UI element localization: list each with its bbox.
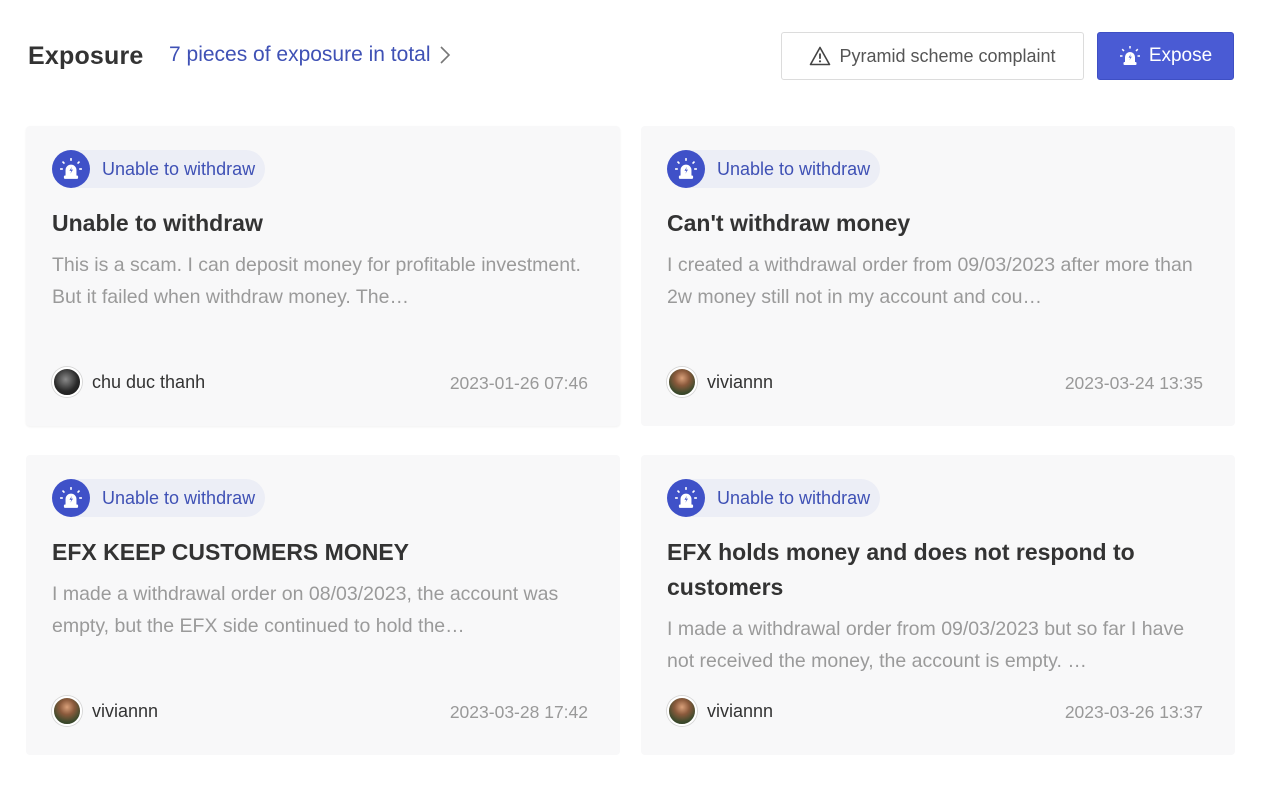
exposure-card[interactable]: Unable to withdraw Can't withdraw money … xyxy=(641,126,1235,426)
author-name: viviannn xyxy=(707,700,774,721)
alarm-badge xyxy=(52,150,90,188)
card-title: Unable to withdraw xyxy=(52,210,263,236)
alarm-badge xyxy=(667,479,705,517)
total-exposure-link[interactable]: 7 pieces of exposure in total xyxy=(169,43,451,67)
category-tag-label: Unable to withdraw xyxy=(102,158,256,179)
avatar xyxy=(667,696,697,726)
total-exposure-label: 7 pieces of exposure in total xyxy=(169,43,431,66)
category-tag-label: Unable to withdraw xyxy=(717,158,871,179)
category-tag-label: Unable to withdraw xyxy=(717,487,871,508)
card-date: 2023-03-26 13:37 xyxy=(1064,702,1203,722)
card-description: I made a withdrawal order from 09/03/202… xyxy=(667,618,1185,672)
card-author[interactable]: viviannn xyxy=(667,367,773,397)
card-title: Can't withdraw money xyxy=(667,210,911,236)
exposure-card[interactable]: Unable to withdraw EFX KEEP CUSTOMERS MO… xyxy=(26,455,620,755)
complaint-label: Pyramid scheme complaint xyxy=(839,45,1056,66)
card-author[interactable]: viviannn xyxy=(667,696,773,726)
avatar xyxy=(667,367,697,397)
category-tag-label: Unable to withdraw xyxy=(102,487,256,508)
alarm-light-icon xyxy=(60,158,82,179)
exposure-card[interactable]: Unable to withdraw Unable to withdraw Th… xyxy=(26,126,620,426)
alarm-light-icon xyxy=(1119,46,1140,65)
category-tag: Unable to withdraw xyxy=(52,150,266,188)
alarm-light-icon xyxy=(675,487,697,508)
card-description: I created a withdrawal order from 09/03/… xyxy=(667,254,1193,308)
exposure-card[interactable]: Unable to withdraw EFX holds money and d… xyxy=(641,455,1235,755)
card-date: 2023-01-26 07:46 xyxy=(449,373,588,393)
card-author[interactable]: viviannn xyxy=(52,696,158,726)
card-author[interactable]: chu duc thanh xyxy=(52,367,205,397)
category-tag: Unable to withdraw xyxy=(667,479,881,517)
avatar xyxy=(52,367,82,397)
alarm-light-icon xyxy=(60,487,82,508)
author-name: viviannn xyxy=(92,700,159,721)
page-title: Exposure xyxy=(28,42,144,70)
expose-label: Expose xyxy=(1148,45,1213,66)
pyramid-scheme-complaint-button[interactable]: Pyramid scheme complaint xyxy=(781,32,1084,80)
card-date: 2023-03-28 17:42 xyxy=(449,702,588,722)
card-date: 2023-03-24 13:35 xyxy=(1064,373,1203,393)
card-title: EFX holds money and does not respond to … xyxy=(667,539,1135,600)
expose-button[interactable]: Expose xyxy=(1097,32,1234,80)
alarm-badge xyxy=(52,479,90,517)
author-name: viviannn xyxy=(707,371,774,392)
card-description: This is a scam. I can deposit money for … xyxy=(52,254,581,308)
chevron-right-icon xyxy=(439,46,450,64)
alarm-light-icon xyxy=(675,158,697,179)
author-name: chu duc thanh xyxy=(92,371,206,392)
avatar xyxy=(52,696,82,726)
card-title: EFX KEEP CUSTOMERS MONEY xyxy=(52,539,409,565)
warning-icon xyxy=(810,46,831,66)
card-description: I made a withdrawal order on 08/03/2023,… xyxy=(52,583,559,637)
alarm-badge xyxy=(667,150,705,188)
category-tag: Unable to withdraw xyxy=(667,150,881,188)
category-tag: Unable to withdraw xyxy=(52,479,266,517)
exposure-header: Exposure 7 pieces of exposure in total P… xyxy=(28,32,1234,80)
